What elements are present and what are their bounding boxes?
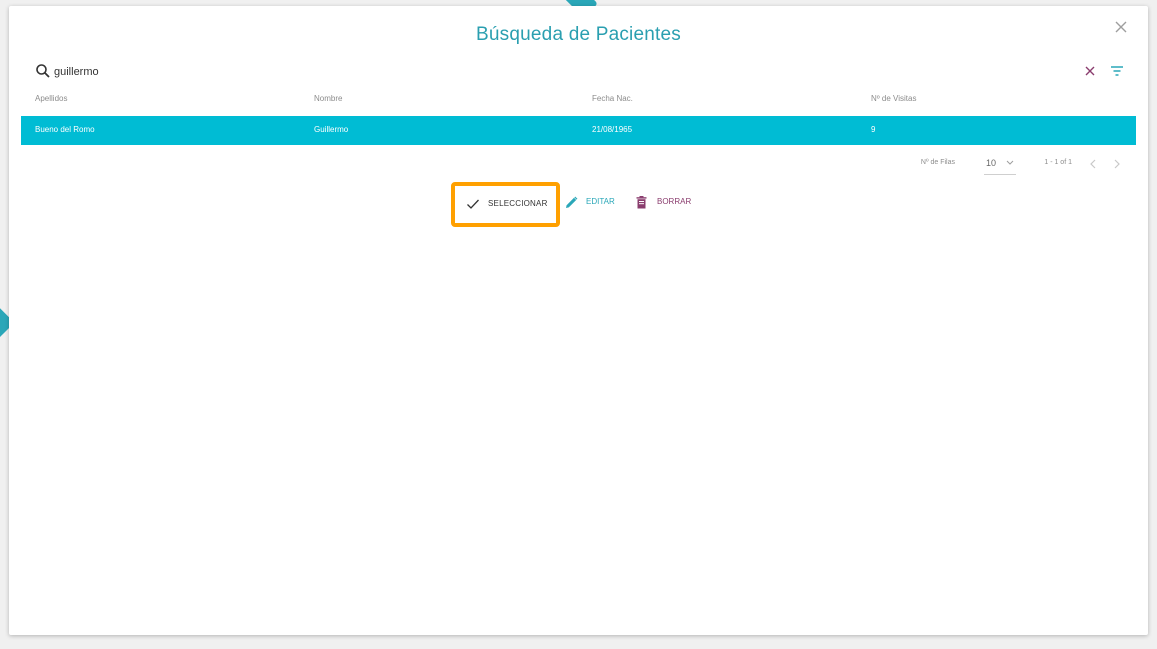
- rows-per-page-value: 10: [986, 158, 997, 168]
- trash-icon: [636, 196, 647, 209]
- page-range-label: 1 - 1 of 1: [1044, 159, 1072, 166]
- search-icon: [36, 64, 50, 78]
- next-page-button[interactable]: [1110, 157, 1124, 171]
- check-icon: [467, 199, 479, 209]
- rows-per-page-select[interactable]: 10: [984, 154, 1016, 175]
- filter-icon: [1111, 66, 1123, 76]
- select-button[interactable]: SELECCIONAR: [451, 182, 560, 227]
- column-header-apellidos[interactable]: Apellidos: [35, 94, 67, 103]
- patient-search-dialog: Búsqueda de Pacientes Apellidos Nombre F…: [9, 6, 1148, 635]
- patients-table: Apellidos Nombre Fecha Nac. Nº de Visita…: [21, 88, 1136, 145]
- clear-icon: [1085, 66, 1095, 76]
- table-row[interactable]: Bueno del Romo Guillermo 21/08/1965 9: [21, 116, 1136, 145]
- edit-button-label: EDITAR: [586, 197, 615, 206]
- close-button[interactable]: [1112, 18, 1130, 36]
- column-header-fecha-nac[interactable]: Fecha Nac.: [592, 94, 633, 103]
- cell-nombre: Guillermo: [314, 125, 349, 134]
- pencil-icon: [566, 196, 578, 208]
- filter-button[interactable]: [1109, 64, 1125, 78]
- table-header: Apellidos Nombre Fecha Nac. Nº de Visita…: [21, 88, 1136, 116]
- cell-fecha-nac: 21/08/1965: [592, 125, 633, 134]
- search-input[interactable]: [54, 61, 654, 83]
- paginator: Nº de Filas 10 1 - 1 of 1: [876, 154, 1136, 178]
- dialog-title: Búsqueda de Pacientes: [476, 24, 681, 45]
- select-button-label: SELECCIONAR: [488, 199, 548, 208]
- cell-apellidos: Bueno del Romo: [35, 125, 95, 134]
- column-header-visitas[interactable]: Nº de Visitas: [871, 94, 916, 103]
- chevron-right-icon: [1114, 159, 1120, 169]
- previous-page-button[interactable]: [1086, 157, 1100, 171]
- action-bar: SELECCIONAR EDITAR BORRAR: [451, 182, 711, 227]
- clear-search-button[interactable]: [1083, 64, 1097, 78]
- column-header-nombre[interactable]: Nombre: [314, 94, 342, 103]
- cell-visitas: 9: [871, 125, 876, 134]
- delete-button-label: BORRAR: [657, 197, 692, 206]
- close-icon: [1115, 21, 1127, 33]
- chevron-down-icon: [1006, 160, 1014, 165]
- rows-per-page-label: Nº de Filas: [920, 159, 955, 166]
- search-bar: [35, 61, 1125, 85]
- chevron-left-icon: [1090, 159, 1096, 169]
